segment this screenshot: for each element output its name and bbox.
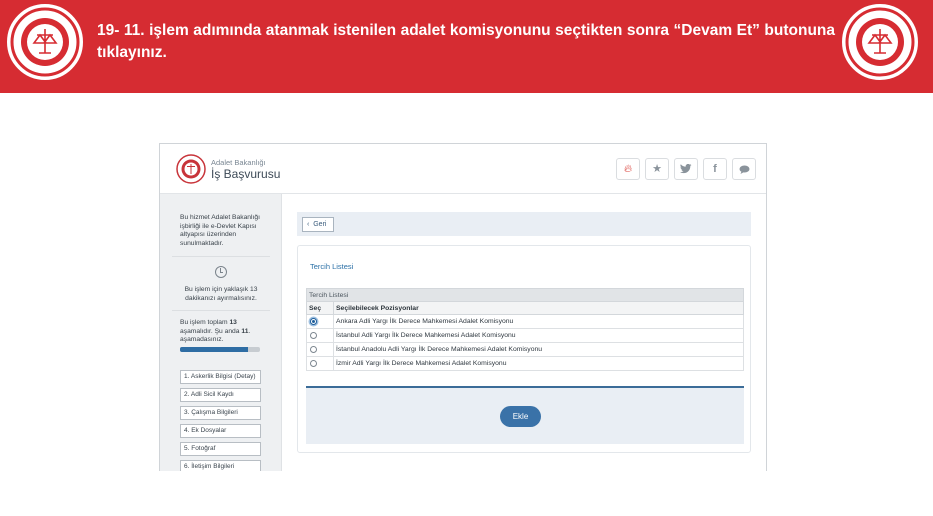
column-header-positions: Seçilebilecek Pozisyonlar bbox=[333, 301, 744, 315]
favorite-button[interactable]: ★ bbox=[645, 158, 669, 180]
step-link-1[interactable]: 1. Askerlik Bilgisi (Detay) bbox=[180, 370, 261, 384]
action-area: Ekle bbox=[306, 386, 744, 444]
time-estimate-text: Bu işlem için yaklaşık 13 dakikanızı ayı… bbox=[184, 286, 258, 302]
chevron-left-icon: ‹ bbox=[307, 221, 310, 228]
fire-icon: 🔥︎ bbox=[623, 163, 633, 175]
preference-table: Tercih Listesi Seç Seçilebilecek Pozisyo… bbox=[306, 288, 744, 371]
table-header-row: Seç Seçilebilecek Pozisyonlar bbox=[306, 301, 744, 315]
position-radio-izmir[interactable] bbox=[310, 359, 317, 367]
instruction-text: 19- 11. işlem adımında atanmak istenilen… bbox=[97, 22, 835, 61]
back-button[interactable]: ‹ Geri bbox=[302, 217, 334, 232]
position-label: İzmir Adli Yargı İlk Derece Mahkemesi Ad… bbox=[333, 356, 744, 371]
step-link-4[interactable]: 4. Ek Dosyalar bbox=[180, 424, 261, 438]
position-label: İstanbul Adli Yargı İlk Derece Mahkemesi… bbox=[333, 328, 744, 343]
table-row[interactable]: Ankara Adli Yargı İlk Derece Mahkemesi A… bbox=[306, 314, 744, 329]
main-content: ‹ Geri Tercih Listesi Tercih Listesi Seç… bbox=[282, 194, 766, 471]
steps-total: 13 bbox=[229, 319, 237, 326]
table-row[interactable]: İstanbul Adli Yargı İlk Derece Mahkemesi… bbox=[306, 328, 744, 343]
table-caption-row: Tercih Listesi bbox=[306, 288, 744, 302]
step-link-2[interactable]: 2. Adli Sicil Kaydı bbox=[180, 388, 261, 402]
org-name: Adalet Bakanlığı bbox=[211, 158, 266, 167]
step-link-6[interactable]: 6. İletişim Bilgileri bbox=[180, 460, 261, 471]
comment-icon bbox=[739, 165, 749, 174]
seal-emblem-icon bbox=[10, 7, 80, 77]
step-link-3[interactable]: 3. Çalışma Bilgileri bbox=[180, 406, 261, 420]
back-bar: ‹ Geri bbox=[297, 212, 751, 236]
seal-emblem-icon bbox=[845, 7, 915, 77]
table-row[interactable]: İstanbul Anadolu Adli Yargı İlk Derece M… bbox=[306, 342, 744, 357]
step-progress-fill bbox=[180, 347, 248, 352]
radio-cell bbox=[306, 328, 334, 343]
star-icon: ★ bbox=[652, 163, 662, 175]
divider bbox=[172, 256, 270, 257]
preference-card: Tercih Listesi Tercih Listesi Seç Seçile… bbox=[297, 245, 751, 453]
feedback-button[interactable] bbox=[732, 158, 756, 180]
facebook-icon: f bbox=[713, 163, 717, 175]
add-button[interactable]: Ekle bbox=[500, 406, 541, 427]
sidebar: Bu hizmet Adalet Bakanlığı işbirliği ile… bbox=[160, 194, 282, 471]
position-radio-istanbul-anadolu[interactable] bbox=[310, 345, 317, 353]
step-status-prefix: Bu işlem toplam bbox=[180, 319, 230, 326]
position-label: İstanbul Anadolu Adli Yargı İlk Derece M… bbox=[333, 342, 744, 357]
card-title: Tercih Listesi bbox=[310, 262, 354, 271]
ministry-seal-left bbox=[7, 4, 83, 80]
position-label: Ankara Adli Yargı İlk Derece Mahkemesi A… bbox=[333, 314, 744, 329]
step-progress-bar bbox=[180, 347, 260, 352]
app-window: Adalet Bakanlığı İş Başvurusu 🔥︎ ★ f Bu … bbox=[159, 143, 767, 471]
app-name: İş Başvurusu bbox=[211, 167, 281, 181]
twitter-button[interactable] bbox=[674, 158, 698, 180]
ministry-seal-right bbox=[842, 4, 918, 80]
step-link-5[interactable]: 5. Fotoğraf bbox=[180, 442, 261, 456]
step-status-middle: aşamalıdır. Şu anda bbox=[180, 327, 242, 335]
radio-cell bbox=[306, 356, 334, 371]
position-radio-ankara[interactable] bbox=[310, 317, 317, 325]
step-status-text: Bu işlem toplam 13 aşamalıdır. Şu anda 1… bbox=[180, 319, 266, 345]
table-caption: Tercih Listesi bbox=[306, 288, 744, 302]
instruction-banner: 19- 11. işlem adımında atanmak istenilen… bbox=[0, 0, 933, 93]
facebook-button[interactable]: f bbox=[703, 158, 727, 180]
ministry-logo-icon bbox=[176, 154, 206, 184]
divider bbox=[172, 310, 270, 311]
table-row[interactable]: İzmir Adli Yargı İlk Derece Mahkemesi Ad… bbox=[306, 356, 744, 371]
fire-button[interactable]: 🔥︎ bbox=[616, 158, 640, 180]
back-button-label: Geri bbox=[313, 221, 327, 228]
position-radio-istanbul[interactable] bbox=[310, 331, 317, 339]
column-header-select: Seç bbox=[306, 301, 334, 315]
app-header: Adalet Bakanlığı İş Başvurusu 🔥︎ ★ f bbox=[160, 144, 766, 194]
radio-cell bbox=[306, 314, 334, 329]
service-info-text: Bu hizmet Adalet Bakanlığı işbirliği ile… bbox=[180, 214, 260, 247]
radio-cell bbox=[306, 342, 334, 357]
clock-icon bbox=[215, 266, 227, 278]
twitter-icon bbox=[680, 163, 692, 174]
